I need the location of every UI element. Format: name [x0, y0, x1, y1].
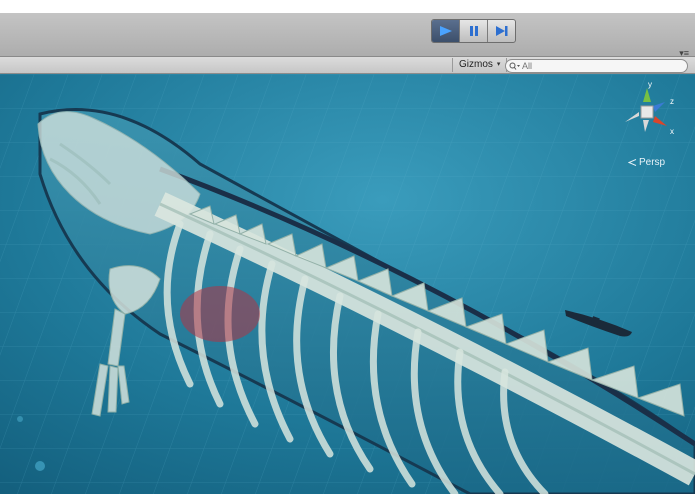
main-toolbar: ▾≡	[0, 13, 695, 58]
scene-render	[0, 74, 695, 494]
search-input[interactable]	[522, 60, 672, 72]
step-icon	[495, 26, 507, 36]
chevron-down-icon: ▾	[496, 61, 501, 68]
hierarchy-search-field[interactable]	[505, 59, 688, 73]
top-margin	[0, 0, 695, 13]
playback-controls	[431, 19, 516, 43]
play-button[interactable]	[432, 20, 460, 42]
pause-icon	[469, 26, 478, 36]
scene-view-toolbar: Gizmos ▾	[0, 57, 695, 74]
whale-organ	[180, 286, 260, 342]
search-icon	[506, 62, 522, 71]
panel-menu-icon[interactable]: ▾≡	[679, 49, 689, 58]
pause-button[interactable]	[460, 20, 488, 42]
bubble	[17, 416, 23, 422]
perspective-icon	[628, 159, 637, 166]
gizmos-label: Gizmos	[459, 59, 493, 70]
axis-label-z: z	[670, 97, 674, 106]
step-button[interactable]	[488, 20, 515, 42]
projection-toggle[interactable]: Persp	[628, 157, 665, 168]
gizmos-dropdown[interactable]: Gizmos ▾	[452, 58, 508, 72]
play-icon	[439, 26, 452, 36]
persp-label: Persp	[639, 157, 666, 168]
axis-label-x: x	[670, 127, 674, 136]
bubble	[35, 461, 45, 471]
orientation-gizmo-icon[interactable]: y z x	[617, 82, 677, 142]
scene-viewport[interactable]: y z x Persp	[0, 74, 695, 494]
axis-label-y: y	[648, 82, 652, 89]
